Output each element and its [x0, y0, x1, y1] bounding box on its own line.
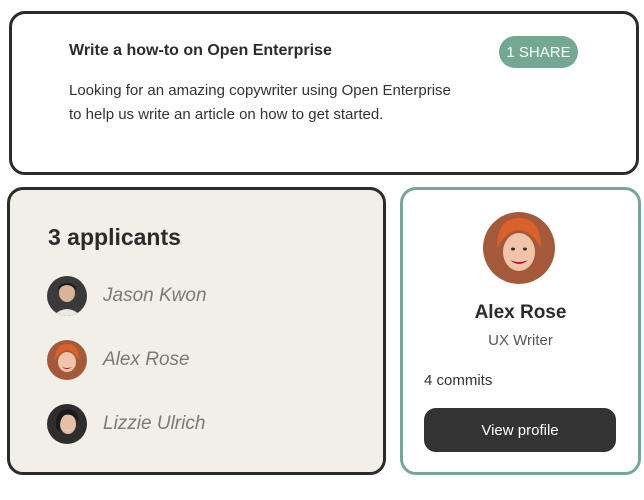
- avatar: [47, 404, 87, 444]
- applicants-card: 3 applicants Jason Kwon Alex Rose Lizzie…: [7, 187, 386, 475]
- view-profile-button[interactable]: View profile: [424, 408, 616, 452]
- avatar: [483, 212, 555, 284]
- profile-card: Alex Rose UX Writer 4 commits View profi…: [400, 187, 641, 475]
- applicant-name: Lizzie Ulrich: [103, 413, 206, 434]
- profile-role: UX Writer: [488, 332, 553, 349]
- task-description-line: Looking for an amazing copywriter using …: [69, 82, 451, 99]
- avatar: [47, 340, 87, 380]
- task-description: Looking for an amazing copywriter using …: [69, 79, 489, 127]
- commit-count: 4 commits: [424, 372, 493, 389]
- applicant-item[interactable]: Lizzie Ulrich: [47, 404, 205, 444]
- share-badge[interactable]: 1 SHARE: [499, 36, 578, 68]
- applicant-name: Alex Rose: [103, 349, 190, 370]
- task-card: Write a how-to on Open Enterprise 1 SHAR…: [9, 11, 639, 175]
- applicant-item[interactable]: Alex Rose: [47, 340, 190, 380]
- profile-name: Alex Rose: [474, 302, 567, 323]
- applicant-item[interactable]: Jason Kwon: [47, 276, 207, 316]
- avatar: [47, 276, 87, 316]
- task-title: Write a how-to on Open Enterprise: [69, 42, 332, 59]
- applicant-name: Jason Kwon: [103, 285, 207, 306]
- applicants-count: 3 applicants: [48, 224, 181, 250]
- task-description-line: to help us write an article on how to ge…: [69, 106, 384, 123]
